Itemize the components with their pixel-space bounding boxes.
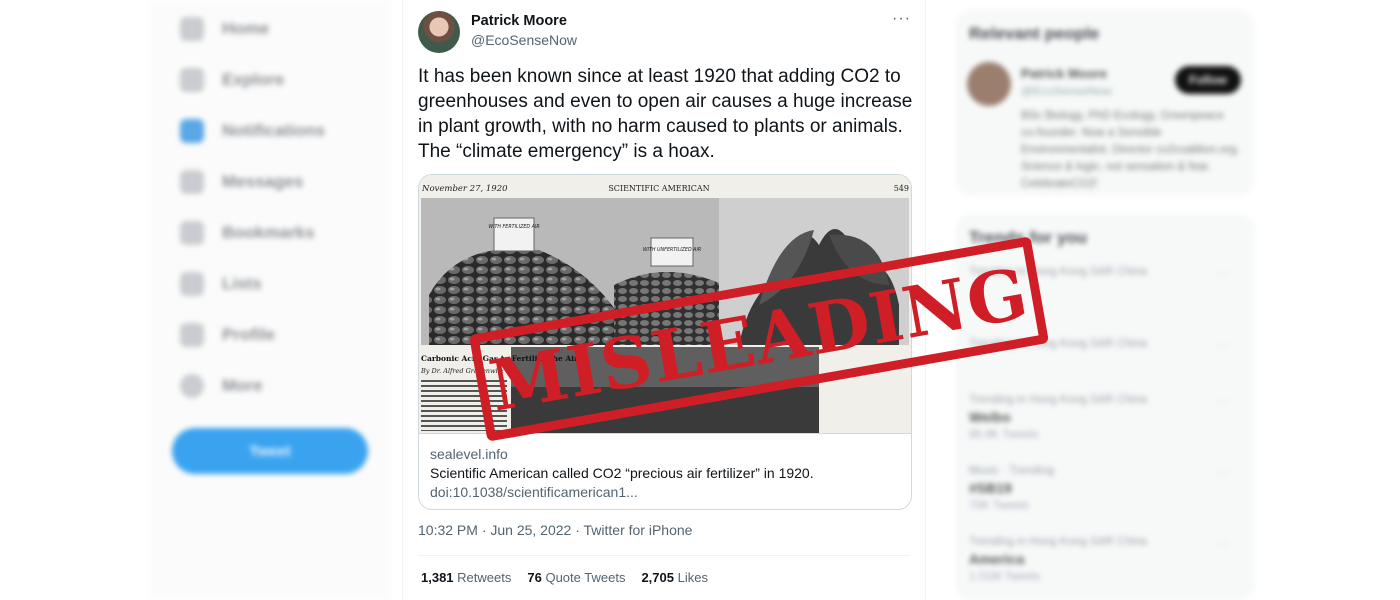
nav-lists[interactable]: Lists — [180, 269, 262, 299]
relevant-people-card: Relevant people Patrick Moore @EcoSenseN… — [955, 10, 1255, 196]
nav-label: More — [222, 376, 263, 395]
nav-home[interactable]: Home — [180, 14, 269, 44]
nav-label: Profile — [222, 325, 275, 344]
likes-count: 2,705 — [641, 570, 674, 585]
person-handle[interactable]: @EcoSenseNow — [1021, 84, 1112, 98]
trend-count: 1.01M Tweets — [969, 571, 1041, 583]
bell-icon — [180, 119, 204, 143]
trend-item[interactable]: Trending in Hong Kong SAR China Weibo 86… — [969, 394, 1239, 441]
left-navigation: Home Explore Notifications Messages Book… — [150, 0, 390, 600]
nav-label: Messages — [222, 172, 304, 191]
scan-magazine: SCIENTIFIC AMERICAN — [608, 184, 709, 193]
mail-icon — [180, 170, 204, 194]
nav-explore[interactable]: Explore — [180, 65, 284, 95]
scan-date: November 27, 1920 — [421, 184, 508, 194]
tweet-stats: 1,381 Retweets 76 Quote Tweets 2,705 Lik… — [421, 570, 708, 585]
link-card-meta: sealevel.info Scientific American called… — [419, 433, 911, 509]
trend-item[interactable]: Music · Trending #SB19 70K Tweets ··· — [969, 465, 1239, 512]
more-circle-icon — [180, 374, 204, 398]
tweet-text: It has been known since at least 1920 th… — [418, 66, 913, 162]
more-icon[interactable]: ··· — [1216, 536, 1229, 551]
profile-icon — [180, 323, 204, 347]
likes-stat[interactable]: 2,705 Likes — [641, 570, 708, 585]
tweet-timestamp[interactable]: 10:32 PM · Jun 25, 2022 · Twitter for iP… — [418, 522, 692, 538]
more-icon[interactable]: ··· — [1216, 465, 1229, 480]
hashtag-icon — [180, 68, 204, 92]
tweet-button[interactable]: Tweet — [172, 428, 368, 474]
trend-name: #SB19 — [969, 480, 1012, 496]
scan-page: 549 — [894, 184, 909, 193]
nav-notifications[interactable]: Notifications — [180, 116, 325, 146]
trend-name: Weibo — [969, 409, 1011, 425]
link-description: doi:10.1038/scientificamerican1... — [430, 484, 638, 500]
nav-label: Lists — [222, 274, 262, 293]
person-name[interactable]: Patrick Moore — [1021, 66, 1107, 81]
person-bio: BSc Biology, PhD Ecology, Greenpeace co-… — [1021, 110, 1240, 190]
quotes-count: 76 — [527, 570, 542, 585]
trend-meta: Music · Trending — [969, 465, 1055, 477]
link-domain: sealevel.info — [430, 446, 508, 462]
bookmark-icon — [180, 221, 204, 245]
nav-label: Bookmarks — [222, 223, 315, 242]
avatar[interactable] — [418, 11, 460, 53]
sign-label: WITH FERTILIZED AIR — [488, 224, 539, 230]
nav-label: Home — [222, 19, 270, 38]
nav-label: Notifications — [222, 121, 325, 140]
follow-button[interactable]: Follow — [1175, 66, 1241, 94]
more-icon[interactable]: ··· — [1216, 394, 1229, 409]
more-icon[interactable]: ··· — [1216, 338, 1229, 353]
quote-tweets-stat[interactable]: 76 Quote Tweets — [527, 570, 625, 585]
trend-meta: Trending in Hong Kong SAR China — [969, 536, 1147, 548]
relevant-people-title: Relevant people — [969, 24, 1100, 43]
sign-label: WITH UNFERTILIZED AIR — [643, 247, 701, 253]
home-icon — [180, 17, 204, 41]
quotes-label: Quote Tweets — [545, 570, 626, 585]
more-options-icon[interactable]: ··· — [892, 10, 911, 28]
avatar[interactable] — [967, 62, 1011, 106]
retweets-count: 1,381 — [421, 570, 454, 585]
likes-label: Likes — [677, 570, 708, 585]
trend-meta: Trending in Hong Kong SAR China — [969, 394, 1147, 406]
trend-item[interactable]: Trending in Hong Kong SAR China America … — [969, 536, 1239, 583]
nav-messages[interactable]: Messages — [180, 167, 303, 197]
retweets-stat[interactable]: 1,381 Retweets — [421, 570, 511, 585]
nav-label: Explore — [222, 70, 285, 89]
divider — [418, 555, 910, 556]
more-icon[interactable]: ··· — [1216, 266, 1229, 281]
trend-count: 86.9K Tweets — [969, 429, 1039, 441]
nav-more[interactable]: More — [180, 371, 263, 401]
nav-bookmarks[interactable]: Bookmarks — [180, 218, 315, 248]
nav-profile[interactable]: Profile — [180, 320, 275, 350]
link-title: Scientific American called CO2 “precious… — [430, 465, 814, 481]
author-name[interactable]: Patrick Moore — [471, 13, 567, 29]
trend-name: America — [969, 551, 1025, 567]
trend-count: 70K Tweets — [969, 500, 1029, 512]
retweets-label: Retweets — [457, 570, 512, 585]
author-handle[interactable]: @EcoSenseNow — [471, 32, 577, 48]
list-icon — [180, 272, 204, 296]
